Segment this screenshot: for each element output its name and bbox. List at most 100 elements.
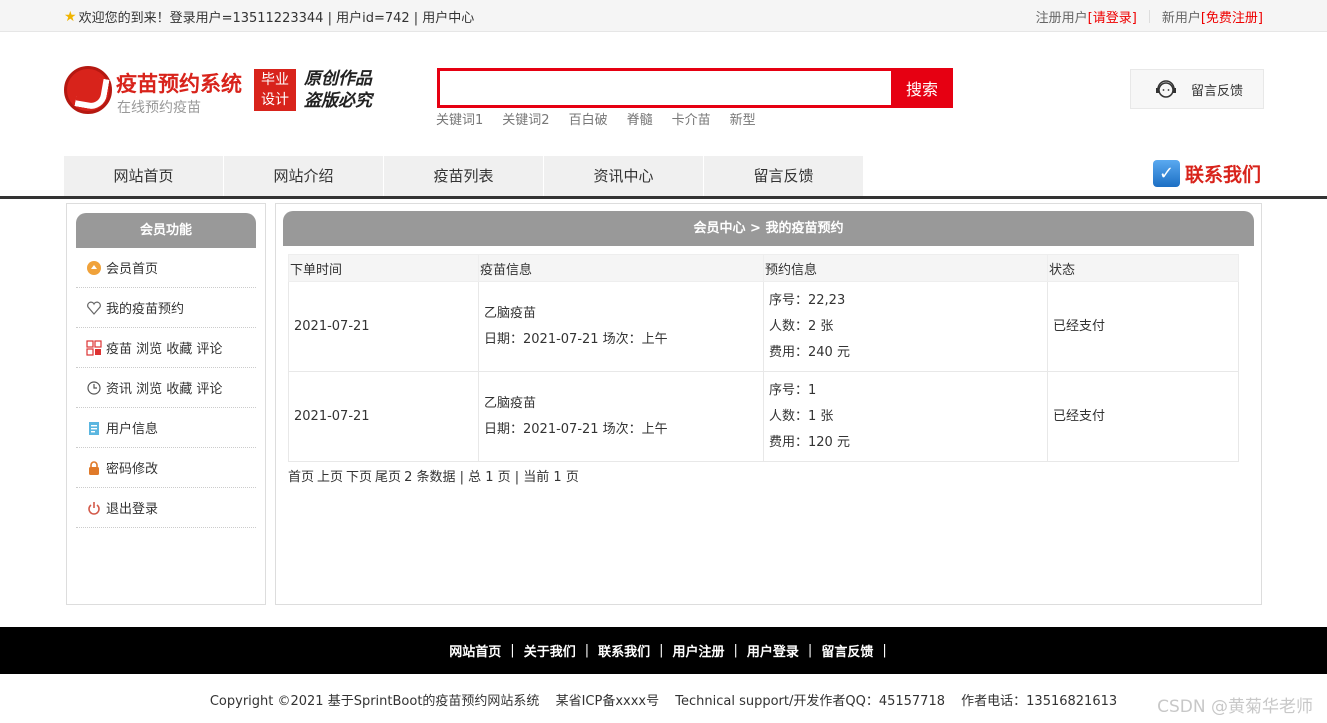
welcome-text: 欢迎您的到来！登录用户=13511223344 | 用户id=742 | 用户中… bbox=[78, 11, 475, 26]
copyright-text: Copyright ©2021 基于SprintBoot的疫苗预约网站系统 bbox=[209, 694, 540, 709]
pager-last[interactable]: 尾页 bbox=[375, 466, 401, 485]
main-panel: 会员中心 > 我的疫苗预约 下单时间 疫苗信息 预约信息 状态 2021-07-… bbox=[275, 203, 1262, 605]
order-time: 2021-07-21 bbox=[288, 371, 479, 462]
hot-keywords: 关键词1 关键词2 百白破 脊髓 卡介苗 新型 bbox=[436, 109, 756, 128]
support-text: Technical support/开发作者QQ：45157718 bbox=[675, 694, 946, 709]
main-nav: 网站首页 网站介绍 疫苗列表 资讯中心 留言反馈 bbox=[64, 156, 864, 196]
booking-seq: 序号：1 bbox=[769, 382, 817, 398]
pager-prev[interactable]: 上页 bbox=[317, 466, 343, 485]
sidebar-item-vaccine-activity[interactable]: 疫苗 浏览 收藏 评论 bbox=[76, 328, 256, 368]
signup-link[interactable]: [免费注册] bbox=[1201, 7, 1263, 26]
booking-fee: 费用：120 元 bbox=[769, 434, 850, 450]
account-links: 注册用户 [请登录] 新用户 [免费注册] bbox=[1036, 7, 1263, 26]
sidebar-item-change-password[interactable]: 密码修改 bbox=[76, 448, 256, 488]
vaccine-schedule: 日期：2021-07-21 场次：上午 bbox=[484, 421, 668, 437]
nav-divider bbox=[0, 196, 1327, 199]
footer-link-about[interactable]: 关于我们 bbox=[515, 641, 585, 660]
nav-item-about[interactable]: 网站介绍 bbox=[224, 156, 384, 196]
breadcrumb: 会员中心 > 我的疫苗预约 bbox=[283, 211, 1254, 246]
booking-count: 人数：2 张 bbox=[769, 318, 834, 334]
nav-item-feedback[interactable]: 留言反馈 bbox=[704, 156, 864, 196]
order-time: 2021-07-21 bbox=[288, 281, 479, 372]
site-title: 疫苗预约系统 bbox=[116, 72, 242, 96]
feedback-label: 留言反馈 bbox=[1191, 83, 1244, 99]
logo-mark-icon bbox=[64, 66, 112, 114]
pagination: 首页 上页 下页 尾页 2 条数据 | 总 1 页 | 当前 1 页 bbox=[288, 466, 579, 485]
power-icon bbox=[86, 500, 102, 516]
vaccine-schedule: 日期：2021-07-21 场次：上午 bbox=[484, 331, 668, 347]
login-link[interactable]: [请登录] bbox=[1088, 7, 1137, 26]
heart-icon bbox=[86, 300, 102, 316]
design-badge: 毕业 设计 bbox=[254, 69, 296, 111]
table-row: 2021-07-21 乙脑疫苗 日期：2021-07-21 场次：上午 序号：1… bbox=[288, 371, 1239, 462]
site-logo[interactable]: 疫苗预约系统 在线预约疫苗 毕业 设计 原创作品 盗版必究 bbox=[64, 66, 384, 118]
col-order-time: 下单时间 bbox=[288, 254, 479, 282]
sidebar-item-logout[interactable]: 退出登录 bbox=[76, 488, 256, 528]
booking-info: 序号：1 人数：1 张 费用：120 元 bbox=[763, 371, 1048, 462]
home-icon bbox=[86, 260, 102, 276]
keyword-link[interactable]: 脊髓 bbox=[627, 109, 653, 128]
copyright-line: Copyright ©2021 基于SprintBoot的疫苗预约网站系统 某省… bbox=[0, 690, 1327, 709]
booking-seq: 序号：22,23 bbox=[769, 292, 846, 308]
vaccine-name[interactable]: 乙脑疫苗 bbox=[484, 301, 763, 327]
keyword-link[interactable]: 百白破 bbox=[569, 109, 608, 128]
phone-text: 作者电话：13516821613 bbox=[961, 694, 1118, 709]
sidebar-item-user-info[interactable]: 用户信息 bbox=[76, 408, 256, 448]
nav-item-news[interactable]: 资讯中心 bbox=[544, 156, 704, 196]
vaccine-info: 乙脑疫苗 日期：2021-07-21 场次：上午 bbox=[478, 371, 764, 462]
table-header-row: 下单时间 疫苗信息 预约信息 状态 bbox=[288, 254, 1239, 282]
footer-link-feedback[interactable]: 留言反馈 bbox=[812, 641, 882, 660]
welcome-area: ★ 欢迎您的到来！登录用户=13511223344 | 用户id=742 | 用… bbox=[64, 7, 475, 27]
keyword-link[interactable]: 关键词2 bbox=[502, 109, 549, 128]
pager-next[interactable]: 下页 bbox=[346, 466, 372, 485]
watermark: CSDN @黄菊华老师 bbox=[1157, 697, 1313, 717]
booking-count: 人数：1 张 bbox=[769, 408, 834, 424]
col-booking-info: 预约信息 bbox=[763, 254, 1048, 282]
nav-item-home[interactable]: 网站首页 bbox=[64, 156, 224, 196]
footer-link-register[interactable]: 用户注册 bbox=[664, 641, 734, 660]
col-status: 状态 bbox=[1047, 254, 1239, 282]
booking-info: 序号：22,23 人数：2 张 费用：240 元 bbox=[763, 281, 1048, 372]
footer-link-home[interactable]: 网站首页 bbox=[440, 641, 510, 660]
icp-text: 某省ICP备xxxx号 bbox=[555, 694, 660, 709]
status-text: 已经支付 bbox=[1047, 281, 1239, 372]
nav-item-vaccines[interactable]: 疫苗列表 bbox=[384, 156, 544, 196]
slogan: 原创作品 盗版必究 bbox=[304, 69, 372, 111]
vaccine-name[interactable]: 乙脑疫苗 bbox=[484, 391, 763, 417]
register-prefix: 注册用户 bbox=[1035, 11, 1088, 26]
search-button[interactable]: 搜索 bbox=[891, 68, 953, 108]
footer-link-login[interactable]: 用户登录 bbox=[738, 641, 808, 660]
vaccine-info: 乙脑疫苗 日期：2021-07-21 场次：上午 bbox=[478, 281, 764, 372]
contact-us-link[interactable]: ✓ 联系我们 bbox=[1153, 160, 1261, 187]
new-user-label: 新用户 bbox=[1161, 11, 1201, 26]
feedback-button[interactable]: 留言反馈 bbox=[1130, 69, 1264, 109]
appointments-table: 下单时间 疫苗信息 预约信息 状态 2021-07-21 乙脑疫苗 日期：202… bbox=[288, 254, 1239, 462]
footer-link-contact[interactable]: 联系我们 bbox=[589, 641, 659, 660]
sidebar-item-my-appointments[interactable]: 我的疫苗预约 bbox=[76, 288, 256, 328]
grid-icon bbox=[86, 339, 102, 356]
star-icon: ★ bbox=[64, 8, 77, 25]
table-row: 2021-07-21 乙脑疫苗 日期：2021-07-21 场次：上午 序号：2… bbox=[288, 281, 1239, 372]
search-input[interactable] bbox=[437, 68, 891, 108]
footer-nav: 网站首页 | 关于我们 | 联系我们 | 用户注册 | 用户登录 | 留言反馈 | bbox=[0, 627, 1327, 674]
divider bbox=[1148, 10, 1150, 23]
sidebar-item-news-activity[interactable]: 资讯 浏览 收藏 评论 bbox=[76, 368, 256, 408]
sidebar-item-member-home[interactable]: 会员首页 bbox=[76, 248, 256, 288]
clock-icon bbox=[86, 380, 102, 396]
keyword-link[interactable]: 新型 bbox=[730, 109, 756, 128]
keyword-link[interactable]: 卡介苗 bbox=[672, 109, 711, 128]
site-subtitle: 在线预约疫苗 bbox=[117, 100, 201, 116]
pager-first[interactable]: 首页 bbox=[288, 466, 314, 485]
member-sidebar: 会员功能 会员首页 我的疫苗预约 疫苗 浏览 收藏 评论 资讯 浏览 收藏 评论… bbox=[66, 203, 266, 605]
clipboard-icon bbox=[86, 420, 102, 436]
keyword-link[interactable]: 关键词1 bbox=[436, 109, 483, 128]
status-text: 已经支付 bbox=[1047, 371, 1239, 462]
booking-fee: 费用：240 元 bbox=[769, 344, 850, 360]
top-bar: ★ 欢迎您的到来！登录用户=13511223344 | 用户id=742 | 用… bbox=[0, 0, 1327, 32]
col-vaccine-info: 疫苗信息 bbox=[478, 254, 764, 282]
contact-label: 联系我们 bbox=[1185, 164, 1262, 186]
lock-icon bbox=[86, 460, 102, 476]
pager-summary: 2 条数据 | 总 1 页 | 当前 1 页 bbox=[404, 470, 579, 485]
sidebar-menu: 会员首页 我的疫苗预约 疫苗 浏览 收藏 评论 资讯 浏览 收藏 评论 用户信息… bbox=[76, 248, 256, 528]
headset-icon bbox=[1156, 80, 1176, 98]
